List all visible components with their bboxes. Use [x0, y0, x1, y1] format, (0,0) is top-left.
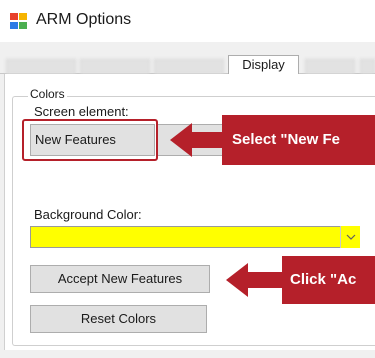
tab-obscured-3[interactable]	[154, 59, 224, 74]
arm-options-window: ARM Options Display Colors Screen elemen…	[0, 0, 375, 358]
tab-obscured-2[interactable]	[80, 59, 150, 74]
callout-arrow-icon	[226, 263, 284, 297]
highlight-box	[22, 119, 158, 161]
accept-new-features-button[interactable]: Accept New Features	[30, 265, 210, 293]
tab-obscured-4[interactable]	[305, 59, 355, 74]
tab-strip: Display	[0, 42, 375, 75]
background-color-label: Background Color:	[34, 207, 142, 222]
screen-element-label: Screen element:	[34, 104, 129, 119]
combobox-dropdown-button[interactable]	[340, 226, 360, 248]
background-color-combobox[interactable]	[30, 226, 360, 248]
reset-colors-button[interactable]: Reset Colors	[30, 305, 207, 333]
callout-click-accept: Click "Ac	[282, 256, 375, 304]
callout-select-new-features: Select "New Fe	[222, 115, 375, 165]
colors-group-legend: Colors	[28, 87, 67, 101]
title-bar: ARM Options	[0, 0, 375, 42]
tab-obscured-5[interactable]	[360, 59, 375, 74]
window-title: ARM Options	[36, 11, 132, 28]
app-icon	[10, 13, 27, 29]
callout-arrow-icon	[170, 123, 224, 157]
tab-obscured-1[interactable]	[6, 59, 76, 74]
tab-display[interactable]: Display	[228, 55, 299, 75]
chevron-down-icon	[346, 234, 355, 240]
